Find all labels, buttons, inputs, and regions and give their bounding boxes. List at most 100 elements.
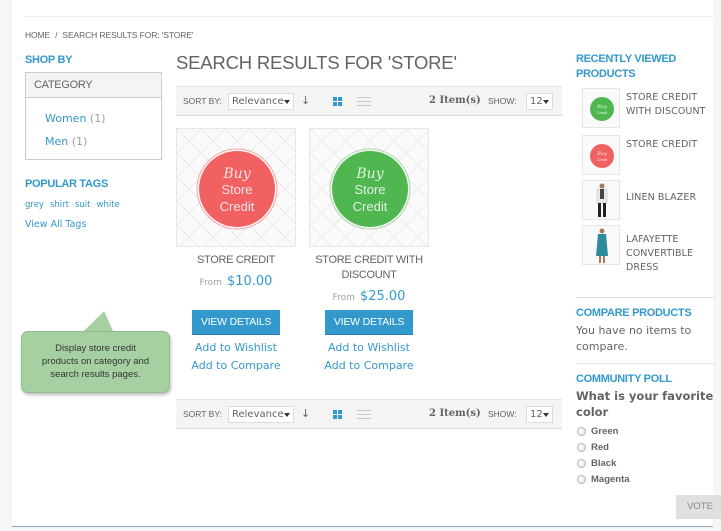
sort-direction-arrow-icon[interactable]: ↓ [301,94,310,107]
sort-by-value: Relevance [232,96,284,107]
popular-tags-heading: POPULAR TAGS [25,178,108,190]
chevron-down-icon [543,100,549,104]
recently-viewed-name[interactable]: STORE CREDIT WITH DISCOUNT [626,91,716,119]
show-label: SHOW: [488,96,517,106]
callout-line: products on category and [41,356,150,367]
category-heading: CATEGORY [26,73,161,98]
chevron-down-icon [284,100,290,104]
product-thumbnail[interactable] [582,225,620,265]
recently-viewed-name[interactable]: LAFAYETTE CONVERTIBLE DRESS [626,233,716,275]
product-name[interactable]: STORE CREDIT [176,253,296,268]
price-box: From $10.00 [176,270,296,289]
sort-by-value: Relevance [232,409,284,420]
page-container: HOME / SEARCH RESULTS FOR: 'STORE' SHOP BY… [12,0,721,527]
page-title: SEARCH RESULTS FOR 'STORE' [176,52,457,73]
recently-viewed-item[interactable]: Buy Credit STORE CREDIT WITH DISCOUNT [576,88,716,135]
category-item-women[interactable]: Women (1) [45,107,161,130]
category-filter: CATEGORY Women (1) Men (1) [25,72,162,160]
poll-option-green[interactable]: Green [576,423,716,439]
recently-viewed-name[interactable]: STORE CREDIT [626,138,697,152]
show-value: 12 [530,409,543,420]
radio-button[interactable] [577,474,586,484]
svg-text:Credit: Credit [597,157,609,162]
store-credit-badge-icon: Buy Store Credit [177,129,295,246]
product-card: Buy Store Credit STORE CREDIT WITH DISCO… [309,128,429,375]
header-divider [25,16,717,17]
tag-link[interactable]: white [97,200,120,210]
poll-option-label: Black [591,457,617,469]
recently-viewed-name[interactable]: LINEN BLAZER [626,191,696,205]
badge-text: Buy [355,166,384,182]
recently-viewed-heading: RECENTLY VIEWED PRODUCTS [576,53,677,80]
price-box: From $25.00 [309,285,429,304]
product-price: $10.00 [226,274,273,289]
show-per-page-select[interactable]: 12 [526,93,553,110]
price-from-label: From [332,293,355,303]
tag-link[interactable]: suit [75,200,91,210]
breadcrumb-separator: / [55,30,58,40]
sort-by-select[interactable]: Relevance [228,93,294,110]
breadcrumb-home[interactable]: HOME [25,30,50,40]
poll-option-label: Magenta [591,473,630,485]
tag-link[interactable]: shirt [50,200,69,210]
poll-option-red[interactable]: Red [576,439,716,455]
radio-button[interactable] [577,458,586,468]
badge-text: Store [221,182,252,197]
grid-view-icon[interactable] [333,97,343,107]
right-sidebar: RECENTLY VIEWED PRODUCTS Buy Credit STORE… [576,52,721,519]
tag-link[interactable]: grey [25,200,44,210]
category-item-men[interactable]: Men (1) [45,130,161,153]
chevron-down-icon [543,413,549,417]
view-details-button[interactable]: VIEW DETAILS [325,310,413,335]
grid-view-icon[interactable] [333,410,343,420]
toolbar-bottom: SORT BY: Relevance ↓ 2 Item(s) SHOW: 12 [176,399,562,429]
item-count: 2 Item(s) [429,95,481,106]
poll-option-magenta[interactable]: Magenta [576,471,716,487]
category-count: (1) [89,112,106,125]
list-view-icon[interactable] [357,96,371,107]
vote-button[interactable]: VOTE [676,495,721,519]
add-to-wishlist-link[interactable]: Add to Wishlist [309,339,429,357]
product-image[interactable]: Buy Store Credit [176,128,296,247]
product-name[interactable]: STORE CREDIT WITH DISCOUNT [309,253,429,283]
show-label: SHOW: [488,409,517,419]
view-all-tags-link[interactable]: View All Tags [25,219,162,230]
recently-viewed-item[interactable]: Buy Credit STORE CREDIT [576,135,716,180]
sort-direction-arrow-icon[interactable]: ↓ [301,407,310,420]
poll-option-black[interactable]: Black [576,455,716,471]
callout-pointer [81,311,125,333]
feature-callout: Display store credit products on categor… [21,331,170,393]
recently-viewed-item[interactable]: LINEN BLAZER [576,180,716,225]
product-price: $25.00 [359,289,406,304]
add-to-wishlist-link[interactable]: Add to Wishlist [176,339,296,357]
category-label[interactable]: Women [45,112,86,125]
poll-option-label: Green [591,425,619,437]
chevron-down-icon [284,413,290,417]
product-card: Buy Store Credit STORE CREDIT From $10.0… [176,128,296,375]
radio-button[interactable] [577,442,586,452]
view-details-button[interactable]: VIEW DETAILS [192,310,280,335]
add-to-compare-link[interactable]: Add to Compare [309,357,429,375]
breadcrumb: HOME / SEARCH RESULTS FOR: 'STORE' [25,30,194,40]
sort-by-select[interactable]: Relevance [228,406,294,423]
product-image[interactable]: Buy Store Credit [309,128,429,247]
badge-text: Buy [222,166,251,182]
callout-line: search results pages. [50,369,141,380]
product-thumbnail[interactable]: Buy Credit [582,135,620,175]
badge-text: Credit [220,199,255,214]
poll-option-label: Red [591,441,609,453]
sort-by-label: SORT BY: [183,96,222,106]
store-credit-badge-icon: Buy Store Credit [310,129,428,246]
list-view-icon[interactable] [357,409,371,420]
category-label[interactable]: Men [45,135,68,148]
add-to-compare-link[interactable]: Add to Compare [176,357,296,375]
compare-products-heading: COMPARE PRODUCTS [576,307,692,319]
badge-text: Store [354,182,385,197]
product-thumbnail[interactable] [582,180,620,220]
recently-viewed-item[interactable]: LAFAYETTE CONVERTIBLE DRESS [576,225,716,297]
radio-button[interactable] [577,426,586,436]
product-thumbnail[interactable]: Buy Credit [582,88,620,128]
toolbar-top: SORT BY: Relevance ↓ 2 Item(s) SHOW: 12 [176,86,562,116]
tag-cloud: grey shirt suit white [25,200,162,210]
show-per-page-select[interactable]: 12 [526,406,553,423]
